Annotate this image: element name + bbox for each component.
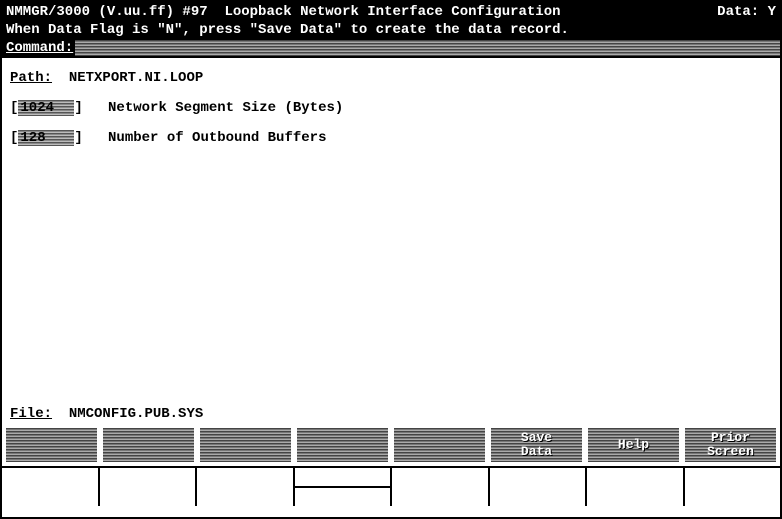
field-row-segment-size: [] Network Segment Size (Bytes) — [10, 100, 772, 116]
path-row: Path: NETXPORT.NI.LOOP — [10, 70, 772, 86]
fkey-prior-screen[interactable]: PriorScreen — [685, 428, 776, 462]
segment-size-input[interactable] — [18, 100, 74, 116]
file-row: File: NMCONFIG.PUB.SYS — [10, 406, 203, 422]
field-row-outbound-buffers: [] Number of Outbound Buffers — [10, 130, 772, 146]
path-label: Path: — [10, 70, 52, 86]
status-box-7 — [587, 468, 685, 506]
segment-size-label: Network Segment Size (Bytes) — [108, 100, 343, 116]
status-box-6 — [490, 468, 588, 506]
status-box-8 — [685, 468, 781, 506]
outbound-buffers-input[interactable] — [18, 130, 74, 146]
status-box-3 — [197, 468, 295, 506]
fkey-f3[interactable] — [200, 428, 291, 462]
fkey-save-data[interactable]: SaveData — [491, 428, 582, 462]
title-text: NMMGR/3000 (V.uu.ff) #97 Loopback Networ… — [6, 4, 717, 20]
fkey-f4[interactable] — [297, 428, 388, 462]
command-line: Command: — [2, 40, 780, 58]
path-value: NETXPORT.NI.LOOP — [69, 70, 203, 86]
data-flag: Data: Y — [717, 4, 776, 20]
content-area: Path: NETXPORT.NI.LOOP [] Network Segmen… — [2, 58, 780, 428]
bottom-status-boxes — [2, 466, 780, 506]
command-input[interactable] — [75, 40, 780, 56]
status-box-4 — [295, 468, 393, 506]
file-label: File: — [10, 406, 52, 422]
file-value: NMCONFIG.PUB.SYS — [69, 406, 203, 422]
command-label: Command: — [6, 40, 73, 56]
fkey-f5[interactable] — [394, 428, 485, 462]
message-line: When Data Flag is "N", press "Save Data"… — [2, 22, 780, 40]
fkey-help[interactable]: Help — [588, 428, 679, 462]
title-bar: NMMGR/3000 (V.uu.ff) #97 Loopback Networ… — [2, 2, 780, 22]
status-box-1 — [2, 468, 100, 506]
fkey-f2[interactable] — [103, 428, 194, 462]
fkey-f1[interactable] — [6, 428, 97, 462]
function-keys: SaveData Help PriorScreen — [2, 428, 780, 466]
status-box-5 — [392, 468, 490, 506]
status-box-2 — [100, 468, 198, 506]
outbound-buffers-label: Number of Outbound Buffers — [108, 130, 326, 146]
